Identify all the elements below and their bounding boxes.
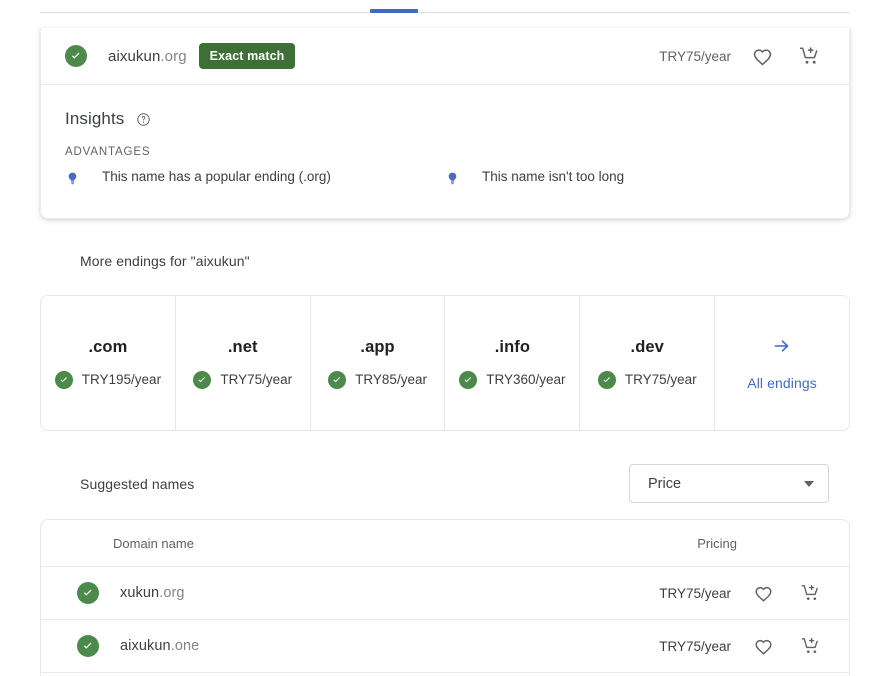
check-circle-icon [597,370,616,389]
tld-price-row: TRY195/year [54,370,162,389]
arrow-right-icon [771,336,793,361]
exact-match-card: aixukun.org Exact match TRY75/year Insig… [40,28,850,219]
domain-tld: .org [160,47,187,65]
tld-name: .net [227,337,258,356]
suggested-names-title: Suggested names [80,476,195,492]
table-row[interactable]: aixukun.one TRY75/year [41,620,849,673]
active-tab-indicator[interactable] [370,9,418,13]
tld-price-row: TRY75/year [193,370,293,389]
lightbulb-icon [445,170,460,192]
advantage-text: This name isn't too long [482,169,625,184]
advantage-text: This name has a popular ending (.org) [102,169,331,184]
heart-icon[interactable] [747,630,779,662]
advantage-item: This name isn't too long [445,169,825,192]
tld-card-net[interactable]: .net TRY75/year [175,296,311,430]
tld-card-app[interactable]: .app TRY85/year [310,296,446,430]
tld-name: .app [360,337,395,356]
domain-tld: .one [170,638,200,654]
column-header-domain: Domain name [113,535,194,551]
check-circle-icon [459,370,478,389]
domain-sld: aixukun [108,47,161,65]
tld-name: .dev [630,337,664,356]
domain-tld: .org [159,585,185,601]
insights-section: Insights ADVANTAGES This name has a popu… [41,85,849,192]
check-circle-icon [193,370,212,389]
tld-price: TRY75/year [220,372,293,387]
row-domain-name: aixukun.one [120,638,199,654]
table-row[interactable]: xukun.org TRY75/year [41,567,849,620]
tld-price: TRY85/year [355,372,427,387]
tab-divider [40,12,850,13]
check-circle-icon [54,370,73,389]
check-circle-icon [328,370,347,389]
tld-price: TRY195/year [81,372,162,387]
suggested-names-table: Domain name Pricing xukun.org TRY75/year [40,519,850,676]
tld-card-com[interactable]: .com TRY195/year [41,296,176,430]
lightbulb-icon [65,170,80,192]
table-header-row: Domain name Pricing [41,520,849,567]
check-circle-icon [77,582,99,604]
domain-sld: xukun [120,585,160,601]
row-price: TRY75/year [659,585,731,601]
all-endings-label: All endings [747,374,817,391]
column-header-pricing: Pricing [697,535,737,551]
more-endings-title: More endings for "aixukun" [80,253,250,269]
tld-price-row: TRY360/year [459,370,566,389]
chevron-down-icon [804,480,814,487]
advantages-list: This name has a popular ending (.org) Th… [65,169,825,192]
sort-dropdown-value: Price [648,475,682,492]
add-to-cart-icon[interactable] [793,39,827,73]
tld-price-row: TRY85/year [328,370,427,389]
check-circle-icon [77,635,99,657]
exact-match-domain: aixukun.org [108,48,187,65]
all-endings-button[interactable]: All endings [715,296,849,430]
tld-price-row: TRY75/year [597,370,697,389]
row-price: TRY75/year [659,638,731,654]
heart-icon[interactable] [745,39,779,73]
row-domain-name: xukun.org [120,585,185,601]
domain-sld: aixukun [120,638,171,654]
insights-header: Insights [65,109,825,129]
advantages-label: ADVANTAGES [65,146,151,158]
tld-price: TRY360/year [486,372,566,387]
sort-dropdown[interactable]: Price [629,464,829,503]
help-circle-icon[interactable] [136,112,151,127]
insights-title: Insights [65,109,125,128]
tab-strip [40,0,850,14]
heart-icon[interactable] [747,577,779,609]
more-endings-list: .com TRY195/year .net TRY75/year .app TR… [40,295,850,431]
add-to-cart-icon[interactable] [795,630,827,662]
tld-price: TRY75/year [624,372,697,387]
exact-match-badge: Exact match [198,42,296,70]
check-circle-icon [65,45,87,67]
exact-match-row[interactable]: aixukun.org Exact match TRY75/year [41,28,849,85]
add-to-cart-icon[interactable] [795,577,827,609]
tld-card-info[interactable]: .info TRY360/year [445,296,581,430]
tld-card-dev[interactable]: .dev TRY75/year [580,296,716,430]
domain-search-results-page: aixukun.org Exact match TRY75/year Insig… [0,0,888,676]
tld-name: .info [494,337,531,356]
advantage-item: This name has a popular ending (.org) [65,169,445,192]
tld-name: .com [88,337,128,356]
exact-match-price: TRY75/year [659,48,731,64]
